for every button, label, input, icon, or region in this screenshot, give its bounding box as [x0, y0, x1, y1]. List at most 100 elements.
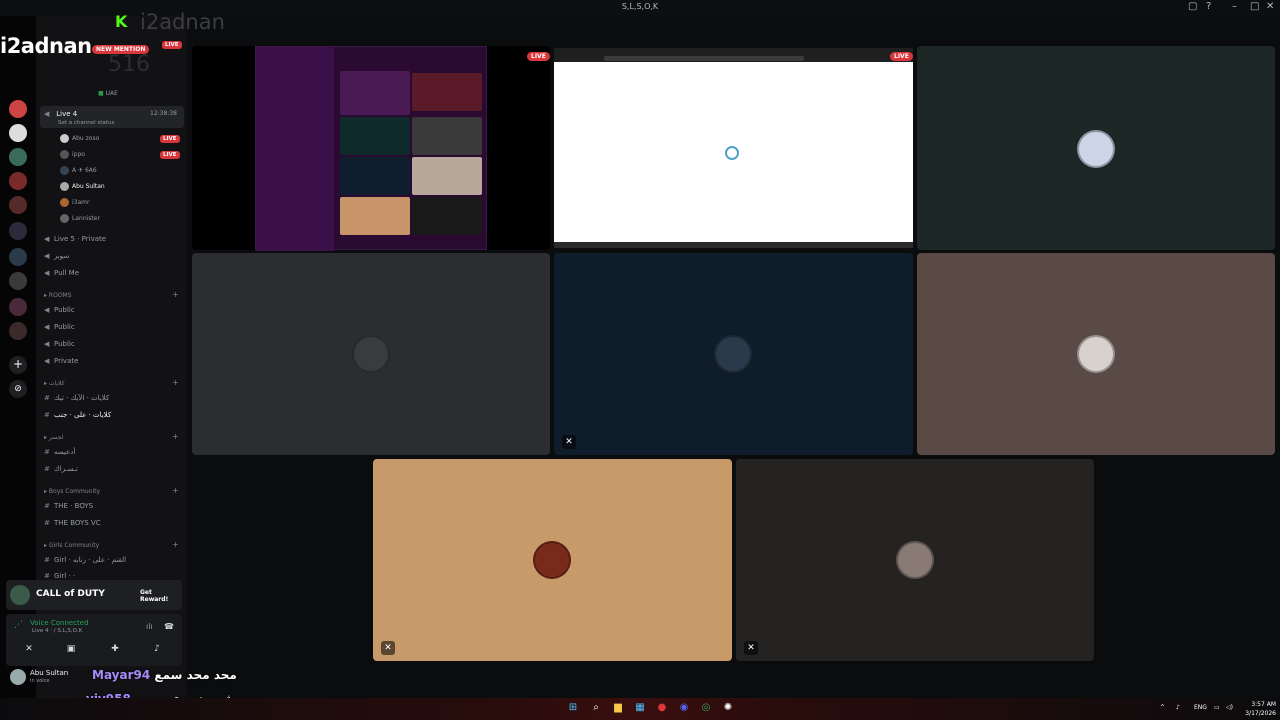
- close-button[interactable]: ✕: [1266, 1, 1274, 12]
- member-abu-sultan[interactable]: Abu Sultan: [60, 182, 105, 191]
- member-name: A ✈ 6A6: [72, 167, 97, 174]
- category-arabic-2[interactable]: ▸ لجسر: [44, 434, 63, 441]
- app-icon[interactable]: ●: [655, 702, 669, 716]
- camera-button[interactable]: ✕: [14, 644, 44, 660]
- avatar: [60, 198, 69, 207]
- app-icon[interactable]: ✺: [721, 702, 735, 716]
- start-icon[interactable]: ⊞: [566, 702, 580, 716]
- server-icon[interactable]: [9, 222, 27, 240]
- category-girls[interactable]: ▸ Girls Community: [44, 542, 99, 549]
- help-icon[interactable]: ?: [1206, 1, 1211, 12]
- text-channel[interactable]: # THE BOYS VC: [44, 519, 101, 527]
- server-icon[interactable]: [9, 248, 27, 266]
- participant-tile[interactable]: [917, 253, 1275, 455]
- voice-channel-public[interactable]: ◀ Public: [44, 306, 75, 314]
- volume-icon[interactable]: ◁): [1226, 704, 1233, 711]
- server-icon[interactable]: [9, 272, 27, 290]
- voice-channel-live4[interactable]: ◀ Live 4: [44, 110, 77, 118]
- network-icon[interactable]: ▭: [1214, 704, 1220, 711]
- server-icon[interactable]: [9, 322, 27, 340]
- activities-button[interactable]: ✚: [100, 644, 130, 660]
- server-icon[interactable]: [9, 172, 27, 190]
- text-channel[interactable]: # كلايات · الآيك · تيك: [44, 394, 109, 402]
- add-channel-icon[interactable]: +: [172, 540, 179, 549]
- screen-share-button[interactable]: ▣: [56, 644, 86, 660]
- hash-icon: #: [44, 411, 50, 419]
- channel-status[interactable]: Set a channel status: [58, 120, 114, 126]
- speaker-icon: ◀: [44, 252, 50, 260]
- voice-channel-arabic[interactable]: ◀ سوبر: [44, 252, 69, 260]
- participant-tile[interactable]: [192, 253, 550, 455]
- tray-expand-icon[interactable]: ^: [1160, 704, 1165, 711]
- noise-suppression-icon[interactable]: ılı: [146, 622, 153, 631]
- maximize-button[interactable]: □: [1250, 1, 1259, 12]
- mic-icon[interactable]: ♪: [1176, 704, 1180, 711]
- member-lannister[interactable]: Lannister: [60, 214, 100, 223]
- hash-icon: #: [44, 465, 50, 473]
- search-icon[interactable]: ⌕: [589, 702, 603, 716]
- chrome-icon[interactable]: ◎: [699, 702, 713, 716]
- text-channel[interactable]: # أدعيسه: [44, 448, 75, 456]
- mute-icon: ✕: [381, 641, 395, 655]
- inbox-icon[interactable]: ▢: [1188, 1, 1197, 12]
- voice-channel-public[interactable]: ◀ Public: [44, 323, 75, 331]
- text-channel[interactable]: # تـسـراك: [44, 465, 78, 473]
- promo-banner: CALL of DUTY Get Reward!: [6, 580, 182, 610]
- server-icon[interactable]: [9, 124, 27, 142]
- member-ippo[interactable]: ippo: [60, 150, 85, 159]
- add-channel-icon[interactable]: +: [172, 432, 179, 441]
- server-icon[interactable]: [9, 100, 27, 118]
- add-server-icon[interactable]: +: [9, 356, 27, 374]
- language-indicator[interactable]: ENG: [1194, 704, 1207, 711]
- live-badge: LIVE: [890, 52, 913, 61]
- category-boys[interactable]: ▸ Boys Community: [44, 488, 100, 495]
- voice-channel-public[interactable]: ◀ Public: [44, 340, 75, 348]
- server-icon[interactable]: [9, 298, 27, 316]
- text-channel[interactable]: # Girl · القنم · على · رنابه: [44, 556, 126, 564]
- new-mention-pill[interactable]: NEW MENTION: [92, 45, 150, 54]
- participant-tile[interactable]: [917, 46, 1275, 250]
- category-rooms[interactable]: ▸ ROOMS: [44, 292, 72, 299]
- participant-tile[interactable]: ✕: [736, 459, 1094, 661]
- add-channel-icon[interactable]: +: [172, 486, 179, 495]
- preview-cell: [340, 117, 410, 155]
- participant-tile[interactable]: ✕: [554, 253, 913, 455]
- voice-channel-name[interactable]: Live 4 · / S,L,S,O,K: [32, 628, 82, 634]
- soundboard-button[interactable]: ♪: [142, 644, 172, 660]
- file-explorer-icon[interactable]: ▆: [611, 702, 625, 716]
- minimize-button[interactable]: –: [1232, 1, 1237, 12]
- system-clock[interactable]: 3:57 AM 3/17/2026: [1240, 700, 1276, 718]
- avatar: [60, 150, 69, 159]
- discord-icon[interactable]: ◉: [677, 702, 691, 716]
- discover-icon[interactable]: ⊘: [9, 380, 27, 398]
- participant-tile[interactable]: ✕: [373, 459, 732, 661]
- text-channel[interactable]: # Girl · ·: [44, 572, 75, 580]
- browser-stream-tile[interactable]: [554, 48, 913, 248]
- server-icon[interactable]: [9, 148, 27, 166]
- promo-avatar: [10, 585, 30, 605]
- screen: S,L,S,O,K ▢ ? – □ ✕ + ⊘ i2adnan 516 i2ad…: [0, 0, 1280, 720]
- disconnect-icon[interactable]: ☎: [164, 622, 174, 631]
- category-arabic-1[interactable]: ▸ كلايات: [44, 380, 65, 387]
- channel-label: Pull Me: [54, 269, 79, 277]
- member-i3amr[interactable]: i3amr: [60, 198, 89, 207]
- add-channel-icon[interactable]: +: [172, 378, 179, 387]
- server-icon[interactable]: [9, 196, 27, 214]
- voice-channel-live5[interactable]: ◀ Live 5 · Private: [44, 235, 106, 243]
- voice-channel-pull-me[interactable]: ◀ Pull Me: [44, 269, 79, 277]
- flag-icon: ■: [98, 90, 104, 97]
- member-name: Lannister: [72, 215, 100, 222]
- add-channel-icon[interactable]: +: [172, 290, 179, 299]
- hash-icon: #: [44, 394, 50, 402]
- text-channel[interactable]: # THE · BOYS: [44, 502, 93, 510]
- channel-timer: 12:38:38: [150, 110, 177, 117]
- voice-channel-private[interactable]: ◀ Private: [44, 357, 78, 365]
- get-reward-button[interactable]: Get Reward!: [140, 589, 182, 603]
- avatar: [60, 134, 69, 143]
- avatar: [1077, 335, 1115, 373]
- member-abu-zoso[interactable]: Abu zoso: [60, 134, 99, 143]
- store-icon[interactable]: ▦: [633, 702, 647, 716]
- channel-label: Live 4: [56, 110, 78, 118]
- text-channel[interactable]: # كلايات · على · جنب: [44, 411, 111, 419]
- member-a[interactable]: A ✈ 6A6: [60, 166, 97, 175]
